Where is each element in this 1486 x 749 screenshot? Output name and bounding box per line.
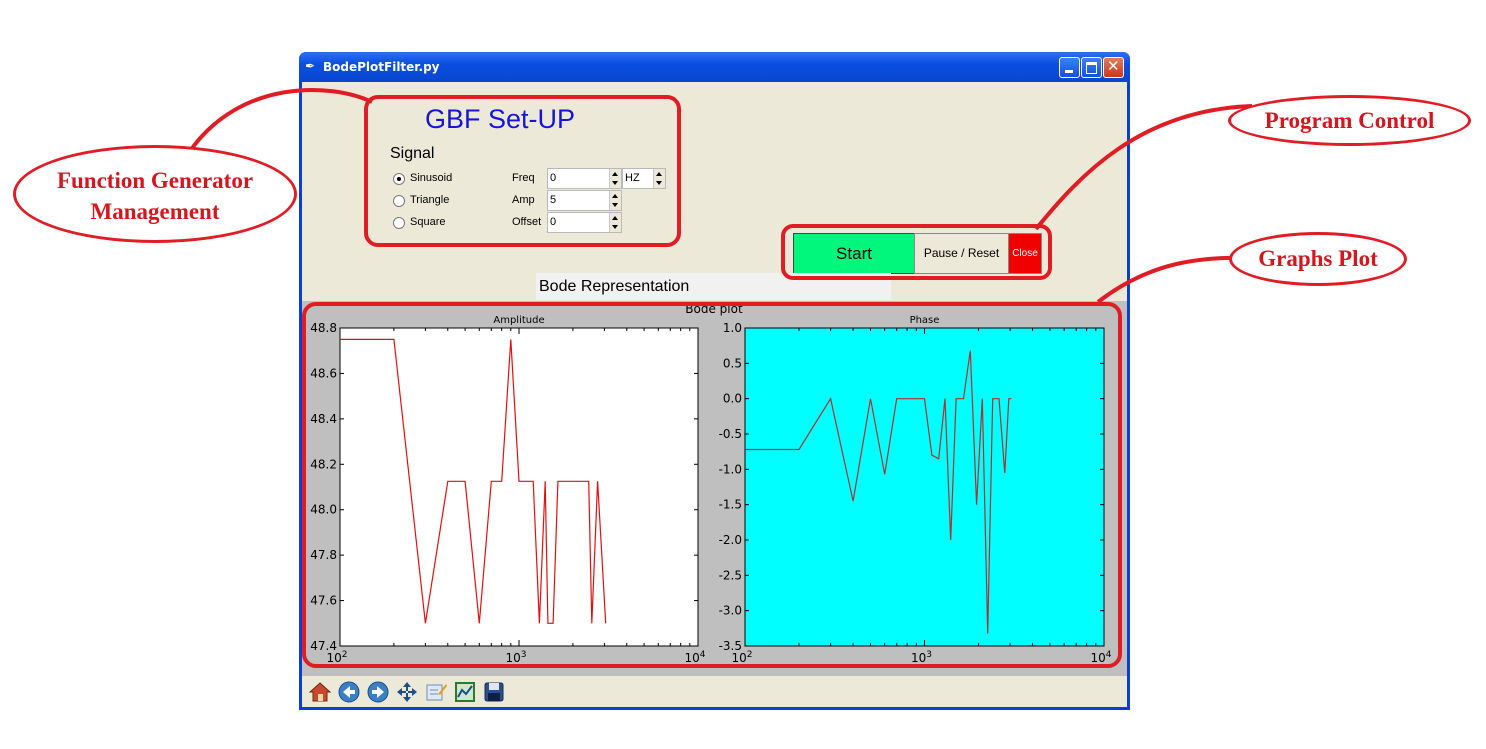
callout-line: Management [90, 199, 220, 224]
callout-line: Function Generator [56, 168, 254, 193]
callout-function-generator: Function Generator Management [13, 145, 297, 243]
callout-graphs-plot: Graphs Plot [1229, 232, 1407, 286]
callout-program-control: Program Control [1228, 95, 1471, 146]
